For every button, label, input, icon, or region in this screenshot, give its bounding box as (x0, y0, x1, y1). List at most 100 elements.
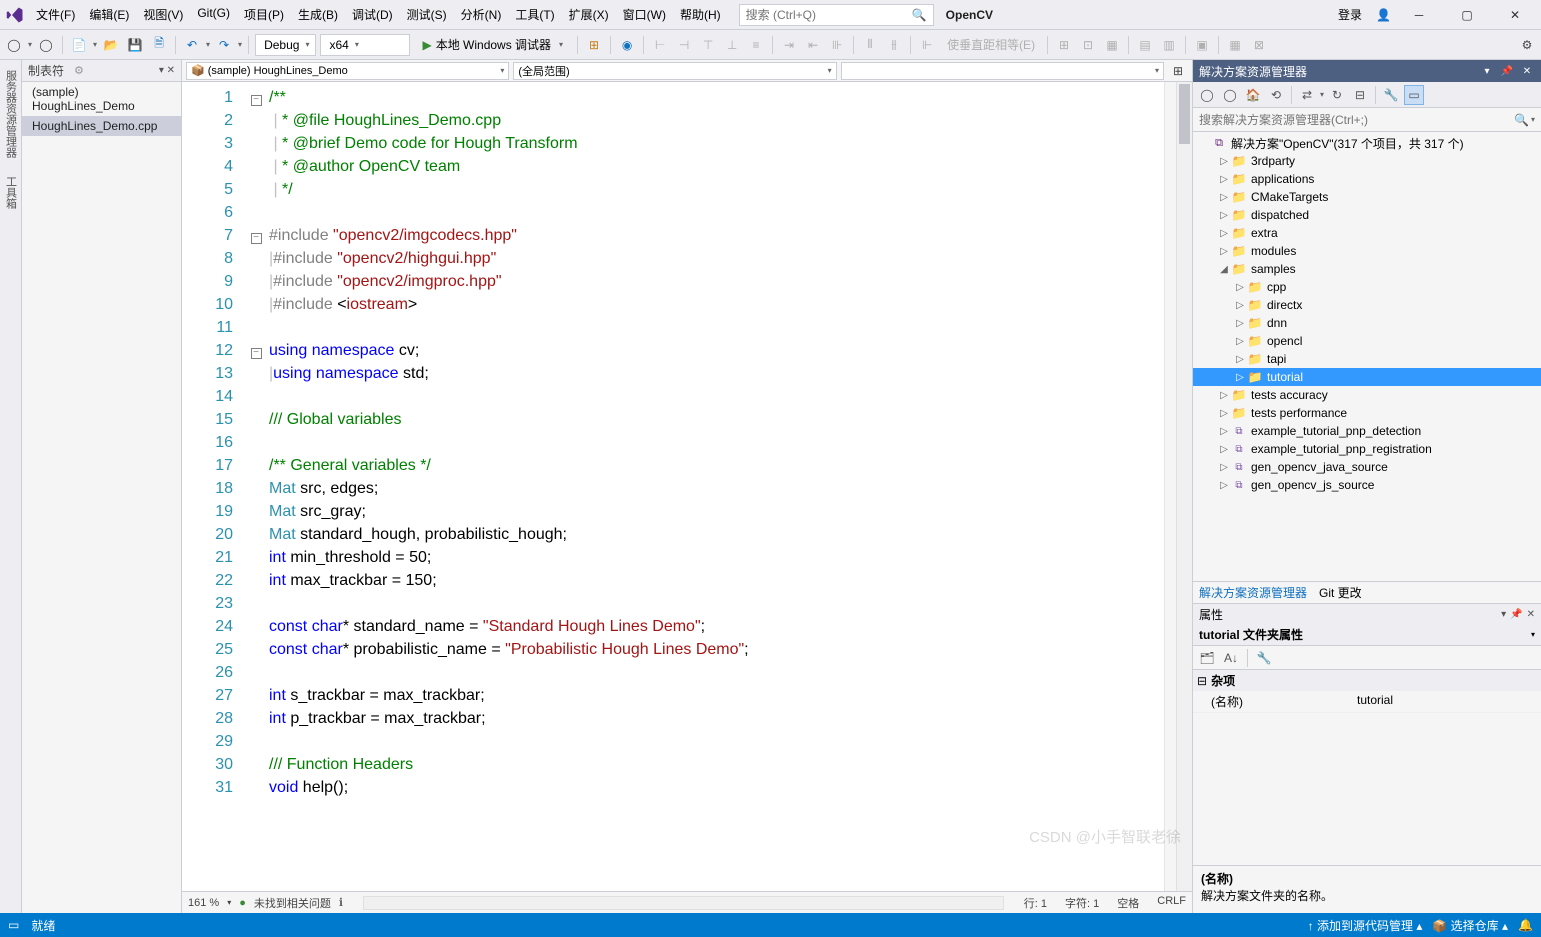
fwd-icon[interactable]: ◯ (1220, 85, 1240, 105)
tree-node[interactable]: ▷📁opencl (1193, 332, 1541, 350)
tree-node[interactable]: ▷📁extra (1193, 224, 1541, 242)
horizontal-scrollbar[interactable] (363, 896, 1004, 910)
az-icon[interactable]: A↓ (1221, 648, 1241, 668)
tree-node[interactable]: ▷📁tutorial (1193, 368, 1541, 386)
vtab-toolbox[interactable]: 工具箱 (1, 168, 21, 217)
vertical-scrollbar[interactable] (1176, 82, 1192, 891)
wrench-icon[interactable]: 🔧 (1254, 648, 1274, 668)
tree-node[interactable]: ▷📁applications (1193, 170, 1541, 188)
fold-column[interactable]: − − − (247, 82, 265, 891)
menu-item[interactable]: 扩展(X) (563, 2, 615, 27)
pin-icon[interactable]: 📌 (1510, 609, 1522, 620)
tab-solution-explorer[interactable]: 解决方案资源管理器 (1199, 584, 1307, 601)
maximize-button[interactable]: ▢ (1447, 1, 1487, 29)
close-icon[interactable]: ✕ (1527, 609, 1535, 620)
tool-icon-1[interactable]: ⊞ (584, 35, 604, 55)
tool-icon-2[interactable]: ◉ (617, 35, 637, 55)
tree-root[interactable]: ⧉解决方案"OpenCV"(317 个项目，共 317 个) (1193, 134, 1541, 152)
menu-item[interactable]: 窗口(W) (617, 2, 672, 27)
tree-node[interactable]: ▷📁directx (1193, 296, 1541, 314)
menu-item[interactable]: 项目(P) (238, 2, 290, 27)
vtab-server-explorer[interactable]: 服务器资源管理器 (1, 62, 21, 166)
tree-node[interactable]: ◢📁samples (1193, 260, 1541, 278)
home-icon[interactable]: 🏠 (1243, 85, 1263, 105)
redo-button[interactable]: ↷ (214, 35, 234, 55)
customize-icon[interactable]: ⚙ (1517, 35, 1537, 55)
sx-search[interactable]: 🔍▾ (1193, 108, 1541, 132)
minimize-button[interactable]: ─ (1399, 1, 1439, 29)
menu-item[interactable]: 工具(T) (509, 2, 560, 27)
platform-combo[interactable]: x64▾ (320, 34, 410, 56)
back-icon[interactable]: ◯ (1197, 85, 1217, 105)
nav-class[interactable]: (全局范围)▾ (513, 62, 836, 80)
menu-item[interactable]: 调试(D) (346, 2, 399, 27)
sx-search-input[interactable] (1199, 113, 1514, 127)
tree-node[interactable]: ▷📁dnn (1193, 314, 1541, 332)
showall-icon[interactable]: ▭ (1404, 85, 1424, 105)
solution-tree[interactable]: ⧉解决方案"OpenCV"(317 个项目，共 317 个)▷📁3rdparty… (1193, 132, 1541, 581)
run-button[interactable]: ▶本地 Windows 调试器▾ (414, 34, 571, 56)
gear-icon[interactable]: ⚙ (74, 64, 84, 77)
prop-name-val[interactable]: tutorial (1353, 691, 1541, 712)
wrench-icon[interactable]: 🔧 (1381, 85, 1401, 105)
tree-node[interactable]: ▷⧉example_tutorial_pnp_registration (1193, 440, 1541, 458)
tree-node[interactable]: ▷📁dispatched (1193, 206, 1541, 224)
menu-item[interactable]: 文件(F) (30, 2, 81, 27)
new-button[interactable]: 📄 (69, 35, 89, 55)
split-icon[interactable]: ⊞ (1168, 61, 1188, 81)
pin-icon[interactable]: 📌 (1499, 63, 1515, 79)
menu-item[interactable]: 帮助(H) (674, 2, 727, 27)
close-button[interactable]: ✕ (1495, 1, 1535, 29)
tree-node[interactable]: ▷⧉gen_opencv_js_source (1193, 476, 1541, 494)
user-icon[interactable]: 👤 (1376, 8, 1391, 22)
sync-icon[interactable]: ⟲ (1266, 85, 1286, 105)
tree-node[interactable]: ▷📁tests accuracy (1193, 386, 1541, 404)
menu-item[interactable]: 测试(S) (401, 2, 453, 27)
nav-member[interactable]: ▾ (841, 62, 1164, 80)
menu-item[interactable]: Git(G) (191, 2, 236, 27)
collapse-icon[interactable]: ⊟ (1350, 85, 1370, 105)
add-source-control[interactable]: ↑ 添加到源代码管理 ▴ (1308, 917, 1423, 934)
crlf-indicator[interactable]: CRLF (1157, 895, 1186, 911)
issues-msg[interactable]: 未找到相关问题 (254, 895, 331, 911)
tree-node[interactable]: ▷📁tests performance (1193, 404, 1541, 422)
tree-node[interactable]: ▷⧉gen_opencv_java_source (1193, 458, 1541, 476)
symbol-item[interactable]: HoughLines_Demo.cpp (22, 116, 181, 136)
code-area[interactable]: /** | * @file HoughLines_Demo.cpp | * @b… (265, 82, 1164, 891)
config-combo[interactable]: Debug▾ (255, 34, 316, 56)
col-indicator[interactable]: 字符: 1 (1065, 895, 1099, 911)
tree-node[interactable]: ▷📁3rdparty (1193, 152, 1541, 170)
minimap[interactable] (1164, 82, 1176, 891)
tree-node[interactable]: ▷📁modules (1193, 242, 1541, 260)
menu-item[interactable]: 编辑(E) (83, 2, 135, 27)
search-input[interactable] (746, 8, 927, 22)
fwd-button[interactable]: ◯ (36, 35, 56, 55)
props-category[interactable]: 杂项 (1211, 672, 1235, 689)
line-indicator[interactable]: 行: 1 (1024, 895, 1047, 911)
refresh-icon[interactable]: ↻ (1327, 85, 1347, 105)
save-all-button[interactable]: 🗎 (149, 35, 169, 55)
open-button[interactable]: 📂 (101, 35, 121, 55)
undo-button[interactable]: ↶ (182, 35, 202, 55)
symbol-item[interactable]: (sample) HoughLines_Demo (22, 82, 181, 116)
menu-item[interactable]: 视图(V) (137, 2, 189, 27)
switch-icon[interactable]: ⇄ (1297, 85, 1317, 105)
tree-node[interactable]: ▷📁cpp (1193, 278, 1541, 296)
tab-git-changes[interactable]: Git 更改 (1319, 584, 1362, 601)
space-indicator[interactable]: 空格 (1117, 895, 1139, 911)
tree-node[interactable]: ▷📁tapi (1193, 350, 1541, 368)
tree-node[interactable]: ▷📁CMakeTargets (1193, 188, 1541, 206)
window-icon[interactable]: ▭ (8, 918, 19, 932)
tree-node[interactable]: ▷⧉example_tutorial_pnp_detection (1193, 422, 1541, 440)
menu-item[interactable]: 生成(B) (292, 2, 344, 27)
zoom-level[interactable]: 161 % (188, 897, 219, 909)
cat-icon[interactable]: 🗂 (1197, 648, 1217, 668)
save-button[interactable]: 💾 (125, 35, 145, 55)
login-button[interactable]: 登录 (1332, 2, 1368, 27)
notify-icon[interactable]: 🔔 (1518, 918, 1533, 932)
dropdown-icon[interactable]: ▾ (1479, 63, 1495, 79)
close-icon[interactable]: ✕ (1519, 63, 1535, 79)
menu-item[interactable]: 分析(N) (455, 2, 508, 27)
select-repo[interactable]: 📦 选择仓库 ▴ (1432, 917, 1508, 934)
back-button[interactable]: ◯ (4, 35, 24, 55)
